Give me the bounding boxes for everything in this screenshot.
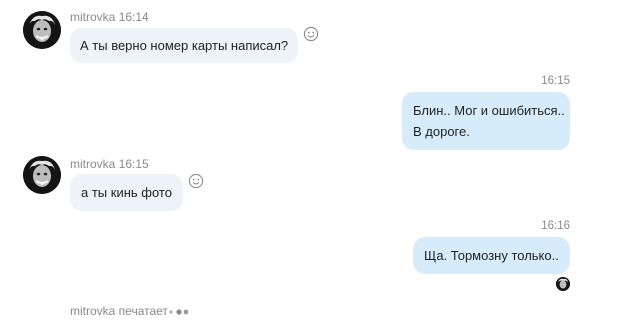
chat-conversation: mitrovka 16:14 А ты верно номер карты на… bbox=[0, 0, 640, 321]
message-text: А ты верно номер карты написал? bbox=[80, 38, 289, 53]
outgoing-message-bubble[interactable]: Блин.. Мог и ошибиться.. В дороге. bbox=[402, 92, 570, 150]
outgoing-message-bubble[interactable]: Ща. Тормозну только.. bbox=[413, 237, 570, 274]
typing-dots-icon bbox=[169, 309, 189, 315]
smiley-icon[interactable] bbox=[303, 26, 319, 42]
smiley-icon[interactable] bbox=[188, 173, 204, 189]
contact-avatar-icon[interactable] bbox=[23, 156, 61, 194]
message-text: а ты кинь фото bbox=[81, 185, 172, 200]
read-receipt-avatar-icon bbox=[556, 277, 570, 291]
message-text: Ща. Тормозну только.. bbox=[424, 248, 559, 263]
message-time: 16:16 bbox=[541, 220, 570, 232]
message-text: Блин.. Мог и ошибиться.. bbox=[413, 103, 565, 118]
message-author: mitrovka bbox=[70, 10, 116, 24]
message-text: В дороге. bbox=[413, 124, 470, 139]
message-author: mitrovka bbox=[70, 157, 116, 171]
message-time: 16:15 bbox=[118, 157, 149, 171]
incoming-message-bubble[interactable]: а ты кинь фото bbox=[70, 174, 183, 211]
message-time: 16:15 bbox=[541, 75, 570, 87]
message-meta: mitrovka 16:15 bbox=[70, 157, 149, 171]
message-meta: mitrovka 16:14 bbox=[70, 10, 149, 24]
contact-avatar-icon[interactable] bbox=[23, 11, 61, 49]
incoming-message-bubble[interactable]: А ты верно номер карты написал? bbox=[70, 28, 299, 63]
message-time: 16:14 bbox=[118, 10, 149, 24]
typing-indicator: mitrovka печатает bbox=[70, 304, 168, 318]
